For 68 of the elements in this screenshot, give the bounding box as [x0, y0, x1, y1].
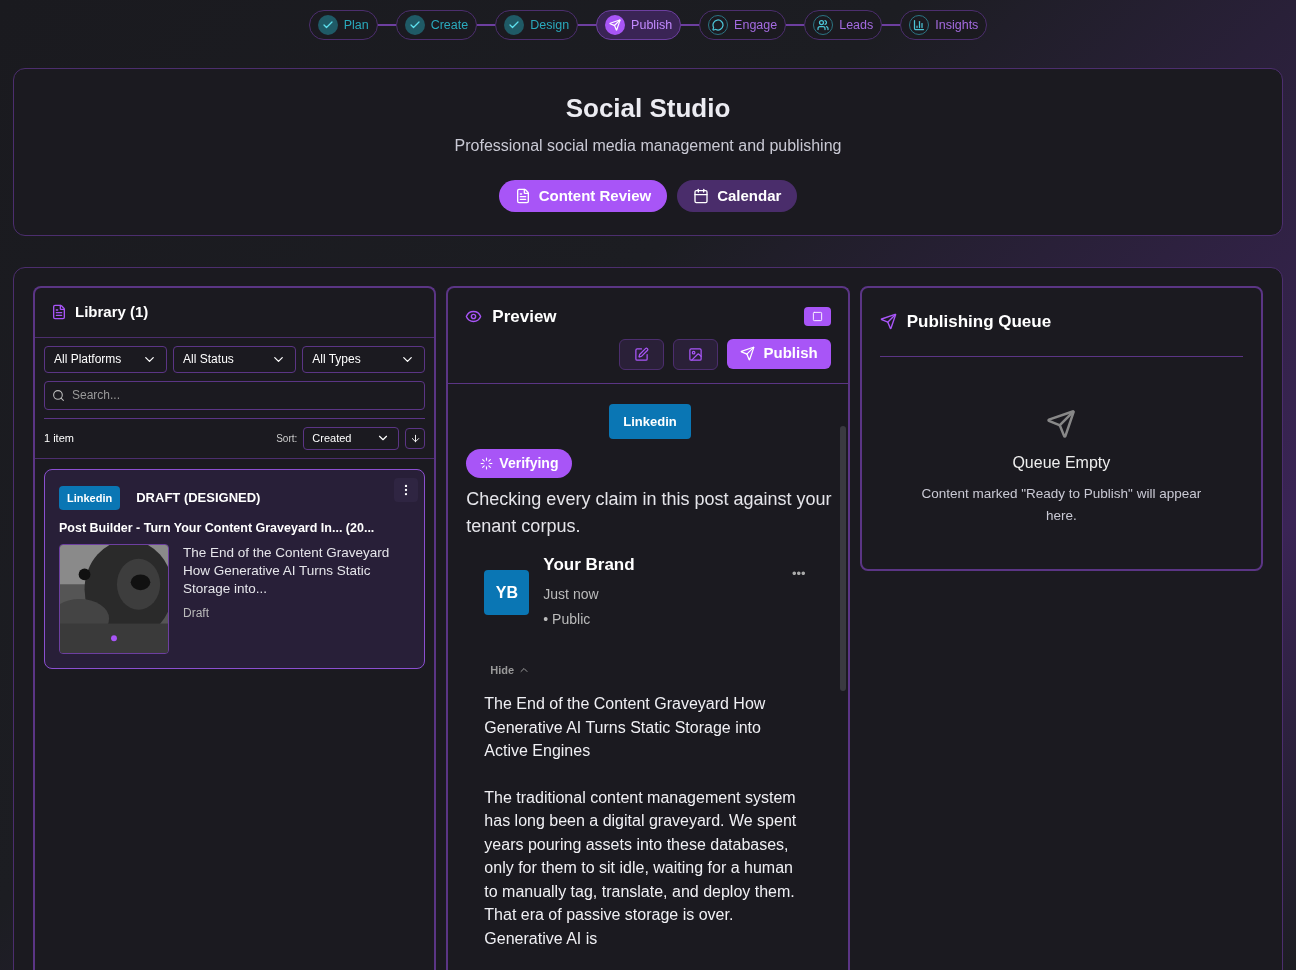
platform-badge: Linkedin: [609, 403, 691, 439]
step-pill[interactable]: Publish: [596, 10, 682, 40]
publish-button[interactable]: Publish: [727, 338, 831, 369]
step-label: Engage: [734, 16, 778, 34]
sort-dropdown[interactable]: Created: [303, 426, 400, 450]
send-icon: [605, 15, 626, 35]
check-icon: [504, 15, 525, 35]
step-label: Insights: [935, 16, 979, 34]
check-icon: [317, 15, 338, 35]
step-label: Create: [430, 16, 469, 34]
step-pill[interactable]: Plan: [308, 10, 378, 40]
send-icon: [879, 313, 897, 331]
item-status: DRAFT (DESIGNED): [136, 489, 261, 507]
step-pill[interactable]: Engage: [699, 10, 787, 40]
step-label: Leads: [839, 16, 874, 34]
step-label: Publish: [631, 16, 673, 34]
author-name: Your Brand: [543, 554, 636, 576]
send-icon: [740, 346, 756, 361]
send-icon: [1046, 408, 1077, 439]
panel-title: Publishing Queue: [906, 311, 1052, 333]
library-item-card[interactable]: Linkedin DRAFT (DESIGNED) Post Builder - Turn Your Content Graveyard In... (20... The End of the Content Graveyard How Generative AI Turns Static Storage into... Draft: [44, 468, 426, 669]
header-tab[interactable]: Calendar: [677, 180, 798, 212]
image-icon: [688, 346, 704, 362]
post-paragraph: The traditional content management system has long been a digital graveyard. We spent years pouring assets into these databases, only for them to sit idle, waiting for a human to manually tag, translate, and deploy them. That era of passive storage is over. Generative AI is: [484, 787, 798, 949]
square-icon: [811, 311, 823, 323]
step-label: Design: [530, 16, 570, 34]
edit-button[interactable]: [619, 338, 665, 370]
check-icon: [404, 15, 425, 35]
panel-title: Preview: [492, 306, 557, 328]
item-title: Post Builder - Turn Your Content Graveyard In... (20...: [59, 520, 376, 537]
step-pill[interactable]: Design: [495, 10, 579, 40]
item-excerpt: The End of the Content Graveyard How Generative AI Turns Static Storage into...: [183, 543, 391, 598]
verify-message: Checking every claim in this post against your tenant corpus.: [466, 488, 833, 538]
page-subtitle: Professional social media management and publishing: [454, 136, 842, 156]
spinner-icon: [480, 457, 494, 470]
filter-dropdown[interactable]: All Platforms: [44, 345, 168, 373]
item-state: Draft: [183, 604, 210, 622]
more-options-button[interactable]: •••: [792, 564, 816, 584]
post-paragraph: The End of the Content Graveyard How Generative AI Turns Static Storage into Active Engines: [484, 694, 767, 761]
document-icon: [51, 304, 67, 321]
verifying-badge: Verifying: [466, 449, 573, 478]
edit-icon: [634, 346, 650, 362]
step-label: Plan: [343, 16, 369, 34]
panel-title: Library (1): [75, 302, 149, 322]
header-tab[interactable]: Content Review: [498, 180, 668, 212]
empty-message: Content marked "Ready to Publish" will appear here.: [920, 484, 1203, 525]
calendar-icon: [693, 188, 710, 204]
document-icon: [514, 188, 531, 204]
search-field[interactable]: Search...: [44, 380, 426, 410]
filter-dropdown[interactable]: All Types: [302, 345, 426, 373]
sort-label: Sort:: [276, 431, 298, 446]
item-count: 1 item: [44, 430, 74, 446]
post-visibility: • Public: [543, 609, 592, 629]
step-pill[interactable]: Create: [395, 10, 478, 40]
arrow-down-icon: [409, 432, 421, 444]
image-button[interactable]: [673, 338, 719, 370]
page-title: Social Studio: [565, 92, 731, 125]
empty-title: Queue Empty: [1012, 452, 1111, 473]
hide-toggle[interactable]: Hide: [490, 661, 515, 678]
avatar: YB: [484, 570, 530, 615]
post-time: Just now: [543, 584, 600, 604]
expand-button[interactable]: [803, 307, 831, 327]
filter-dropdown[interactable]: All Status: [173, 345, 297, 373]
search-icon: [52, 388, 65, 402]
sort-direction-button[interactable]: [405, 427, 426, 449]
step-pill[interactable]: Leads: [804, 10, 883, 40]
platform-badge: Linkedin: [59, 485, 121, 510]
step-pill[interactable]: Insights: [900, 10, 988, 40]
